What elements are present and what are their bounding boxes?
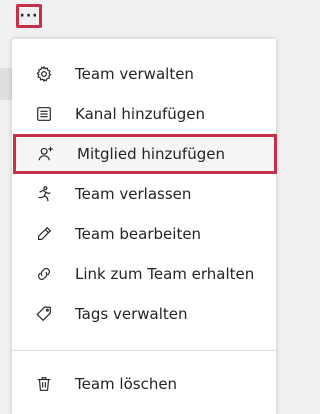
menu-item-label: Team löschen xyxy=(75,375,178,393)
menu-item-link-zum-team[interactable]: Link zum Team erhalten xyxy=(12,254,276,294)
channel-list-icon xyxy=(34,104,54,124)
menu-item-team-verwalten[interactable]: Team verwalten xyxy=(12,54,276,94)
menu-divider xyxy=(12,350,276,351)
link-icon xyxy=(34,264,54,284)
menu-item-label: Link zum Team erhalten xyxy=(75,265,255,283)
menu-item-label: Team verlassen xyxy=(75,185,192,203)
menu-item-label: Mitglied hinzufügen xyxy=(77,145,225,163)
menu-item-team-loeschen[interactable]: Team löschen xyxy=(12,364,276,404)
team-context-menu: Team verwalten Kanal hinzufügen Mitglied… xyxy=(12,39,277,414)
leave-icon xyxy=(34,184,54,204)
tag-icon xyxy=(34,304,54,324)
menu-item-label: Kanal hinzufügen xyxy=(75,105,206,123)
menu-item-team-verlassen[interactable]: Team verlassen xyxy=(12,174,276,214)
menu-item-kanal-hinzufuegen[interactable]: Kanal hinzufügen xyxy=(12,94,276,134)
menu-item-label: Tags verwalten xyxy=(75,305,188,323)
menu-item-label: Team bearbeiten xyxy=(75,225,202,243)
menu-item-team-bearbeiten[interactable]: Team bearbeiten xyxy=(12,214,276,254)
more-options-button[interactable]: ··· xyxy=(16,4,42,28)
background-list-row xyxy=(0,68,12,100)
trash-icon xyxy=(34,374,54,394)
menu-item-tags-verwalten[interactable]: Tags verwalten xyxy=(12,294,276,334)
top-bar: ··· xyxy=(0,0,276,39)
add-person-icon xyxy=(36,144,56,164)
gear-icon xyxy=(34,64,54,84)
menu-item-label: Team verwalten xyxy=(75,65,194,83)
menu-item-mitglied-hinzufuegen[interactable]: Mitglied hinzufügen xyxy=(13,134,277,174)
pencil-icon xyxy=(34,224,54,244)
